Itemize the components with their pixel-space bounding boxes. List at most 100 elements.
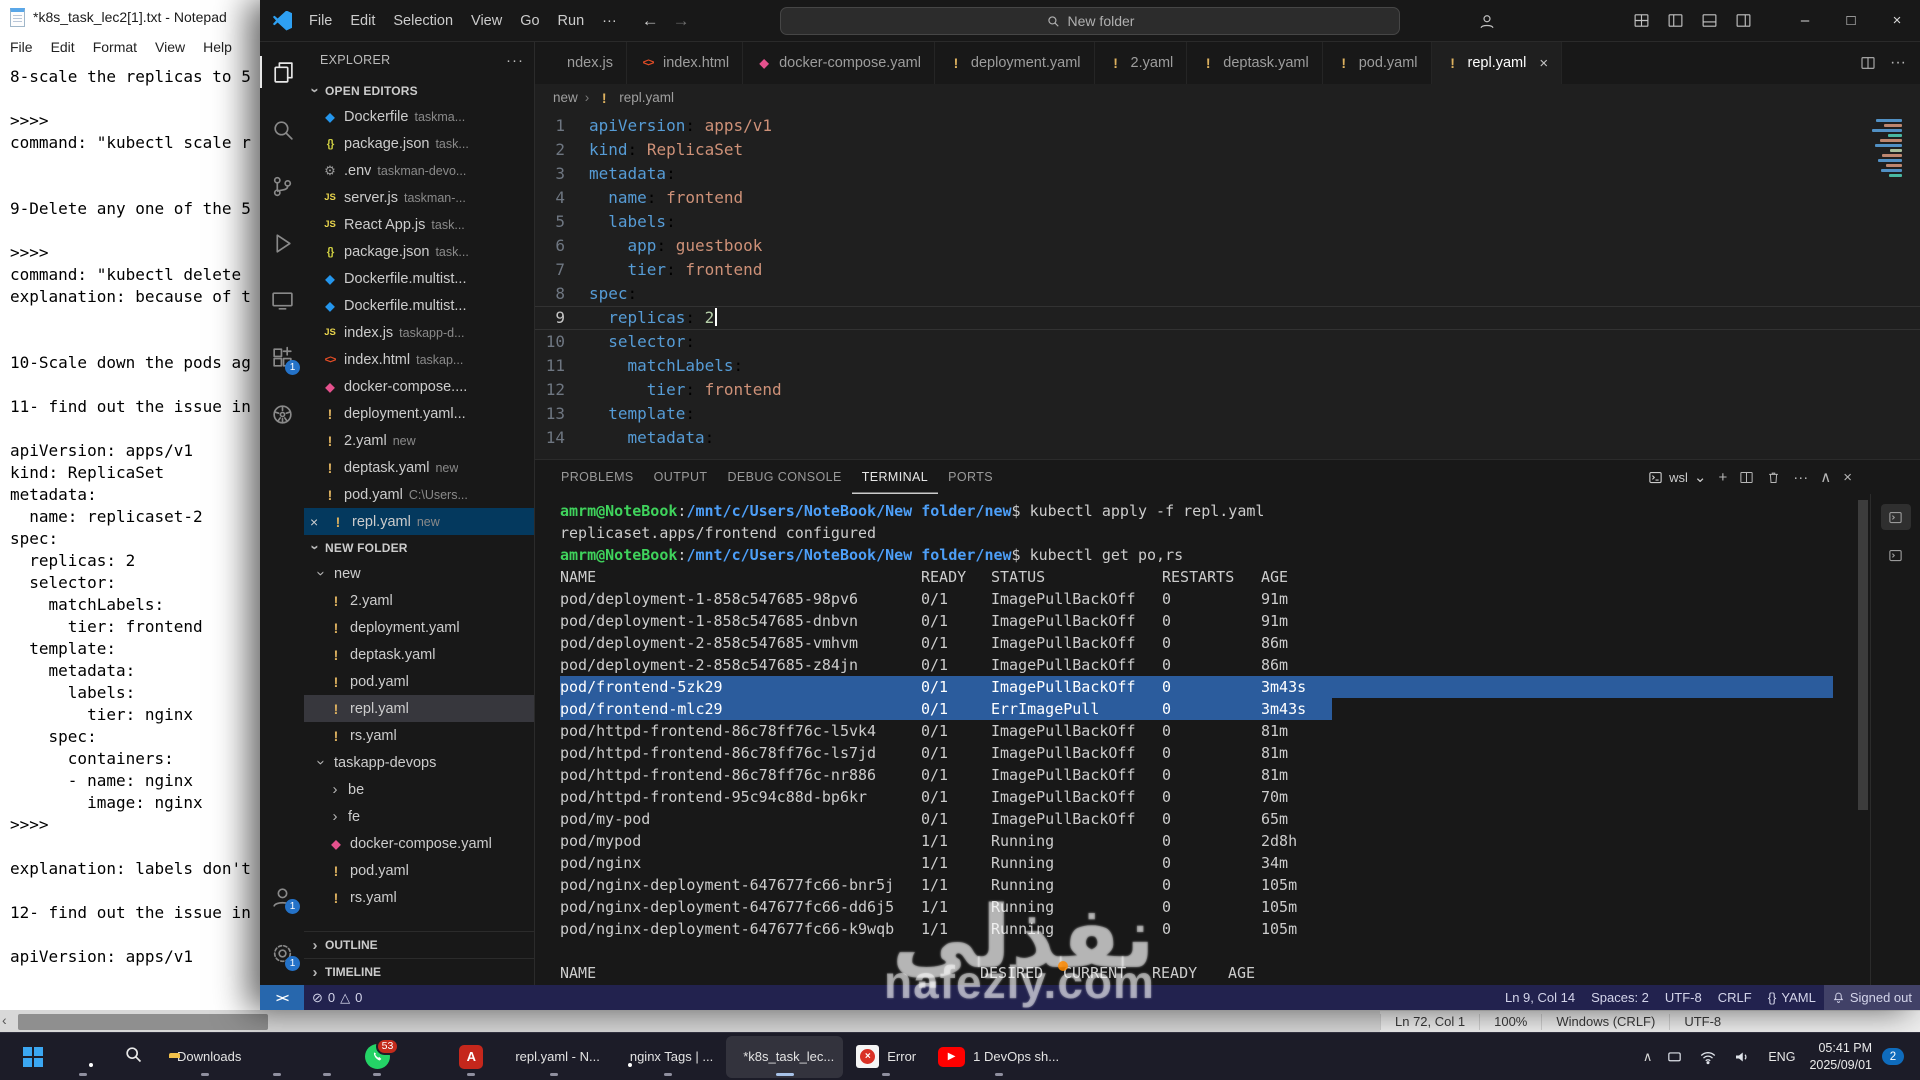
outline-section[interactable]: › OUTLINE [304,931,534,958]
terminal-output[interactable]: amrm@NoteBook:/mnt/c/Users/NoteBook/New … [535,494,1920,985]
taskbar-vscode-window[interactable]: repl.yaml - N... [498,1036,609,1078]
menu-go[interactable]: Go [511,7,548,35]
activity-remote-explorer[interactable] [260,278,304,322]
menu-edit[interactable]: Edit [341,7,384,35]
code-line[interactable]: 8 spec: [535,282,1920,306]
open-editor-item[interactable]: ◆ Dockerfile taskma... [304,103,534,130]
taskbar-youtube-window[interactable]: ▶ 1 DevOps sh... [929,1036,1068,1078]
customize-layout-icon[interactable] [1624,7,1658,35]
folder-section-header[interactable]: › NEW FOLDER [304,535,534,560]
command-center-search[interactable]: New folder [780,6,1400,35]
editor-more-icon[interactable]: ··· [1890,54,1906,72]
activity-accounts[interactable]: 1 [260,874,304,918]
split-terminal-icon[interactable] [1739,470,1754,485]
menu-file[interactable]: File [300,7,341,35]
code-line[interactable]: 6 app: guestbook [535,234,1920,258]
menu-view[interactable]: View [462,7,511,35]
explorer-item-rs.yaml[interactable]: ! rs.yaml [304,722,534,749]
code-line[interactable]: 9 replicas: 2 [535,306,1920,330]
language-indicator[interactable]: ENG [1764,1050,1799,1064]
explorer-item-2.yaml[interactable]: ! 2.yaml [304,587,534,614]
explorer-item-repl.yaml[interactable]: ! repl.yaml [304,695,534,722]
code-line[interactable]: 5 labels: [535,210,1920,234]
explorer-item-fe[interactable]: › fe [304,803,534,830]
notepad-hscrollbar[interactable]: ‹ [0,1011,1380,1033]
panel-tab-terminal[interactable]: TERMINAL [852,460,938,494]
code-line[interactable]: 13 template: [535,402,1920,426]
panel-tab-problems[interactable]: PROBLEMS [551,460,644,494]
open-editor-item[interactable]: ! 2.yaml new [304,427,534,454]
open-editor-item[interactable]: JS server.js taskman-... [304,184,534,211]
account-sync-icon[interactable] [1470,7,1504,35]
taskbar-whatsapp-button[interactable]: 53 [354,1036,400,1078]
maximize-icon[interactable]: □ [1828,0,1874,41]
split-editor-icon[interactable] [1860,55,1876,71]
notepad-content[interactable]: 8-scale the replicas to 5 >>>> command: "… [0,60,262,1004]
encoding[interactable]: UTF-8 [1657,985,1710,1010]
tab-pod-yaml[interactable]: ! pod.yaml [1322,42,1432,84]
open-editors-header[interactable]: › OPEN EDITORS [304,78,534,103]
explorer-item-new[interactable]: › new [304,560,534,587]
scrollbar-thumb[interactable] [18,1014,268,1030]
notepad-titlebar[interactable]: *k8s_task_lec2[1].txt - Notepad [0,0,262,34]
hidden-icons-chevron[interactable]: ∧ [1643,1049,1653,1065]
terminal-profile[interactable]: wsl ⌄ [1648,468,1706,486]
taskbar-chrome-window[interactable]: nginx Tags | ... [613,1036,722,1078]
code-line[interactable]: 10 selector: [535,330,1920,354]
tab-docker-compose-yaml[interactable]: ◆ docker-compose.yaml [743,42,935,84]
code-line[interactable]: 12 tier: frontend [535,378,1920,402]
taskbar-error-window[interactable]: × Error [847,1036,925,1078]
panel-tab-output[interactable]: OUTPUT [644,460,718,494]
volume-icon[interactable] [1730,1048,1754,1066]
open-editor-item[interactable]: ◆ docker-compose.... [304,373,534,400]
activity-settings[interactable]: 1 [260,931,304,975]
open-editor-item[interactable]: {} package.json task... [304,238,534,265]
tab-2-yaml[interactable]: ! 2.yaml [1094,42,1188,84]
tab-deployment-yaml[interactable]: ! deployment.yaml [934,42,1095,84]
explorer-item-docker-compose.yaml[interactable]: ◆ docker-compose.yaml [304,830,534,857]
code-line[interactable]: 7 tier: frontend [535,258,1920,282]
panel-tab-debug-console[interactable]: DEBUG CONSOLE [717,460,851,494]
scroll-left-icon[interactable]: ‹ [2,1012,7,1028]
close-icon[interactable]: × [1539,55,1548,72]
close-icon[interactable]: × [310,514,324,530]
menu-selection[interactable]: Selection [384,7,462,35]
open-editor-item[interactable]: ! deptask.yaml new [304,454,534,481]
forward-icon[interactable]: → [673,11,690,31]
code-line[interactable]: 14 metadata: [535,426,1920,450]
breadcrumb[interactable]: new › ! repl.yaml [535,84,1920,111]
wifi-icon[interactable] [1696,1048,1720,1066]
taskbar-clock[interactable]: 05:41 PM 2025/09/01 [1809,1040,1872,1073]
notepad-menu-format[interactable]: Format [93,39,137,55]
code-line[interactable]: 3 metadata: [535,162,1920,186]
notification-count-badge[interactable]: 2 [1882,1048,1904,1065]
activity-source-control[interactable] [260,164,304,208]
taskbar-search-button[interactable] [110,1036,156,1078]
close-icon[interactable]: × [1874,0,1920,41]
tab-ndex-js[interactable]: ndex.js [535,42,627,84]
code-line[interactable]: 1 apiVersion: apps/v1 [535,114,1920,138]
taskbar-chrome-button[interactable] [60,1036,106,1078]
language-mode[interactable]: {} YAML [1760,985,1824,1010]
activity-search[interactable] [260,107,304,151]
taskbar-notepad-window[interactable]: *k8s_task_lec... [726,1035,844,1078]
taskbar-edge-button[interactable] [254,1036,300,1078]
breadcrumb-file[interactable]: repl.yaml [619,90,674,105]
panel-more-icon[interactable]: ··· [1793,469,1808,486]
back-icon[interactable]: ← [642,11,659,31]
new-terminal-icon[interactable]: + [1718,469,1727,486]
explorer-more-icon[interactable]: ··· [506,52,524,69]
open-editor-item[interactable]: ! pod.yaml C:\Users... [304,481,534,508]
notepad-menu-edit[interactable]: Edit [51,39,75,55]
minimap[interactable] [1850,119,1902,177]
close-panel-icon[interactable]: × [1843,469,1852,486]
minimize-icon[interactable]: – [1782,0,1828,41]
open-editor-item[interactable]: ×! repl.yaml new [304,508,534,535]
explorer-item-pod.yaml[interactable]: ! pod.yaml [304,857,534,884]
explorer-item-be[interactable]: › be [304,776,534,803]
open-editor-item[interactable]: JS React App.js task... [304,211,534,238]
code-line[interactable]: 11 matchLabels: [535,354,1920,378]
problems-indicator[interactable]: ⊘ 0 △ 0 [304,985,370,1010]
taskbar-start-button[interactable] [10,1036,56,1078]
activity-run-debug[interactable] [260,221,304,265]
